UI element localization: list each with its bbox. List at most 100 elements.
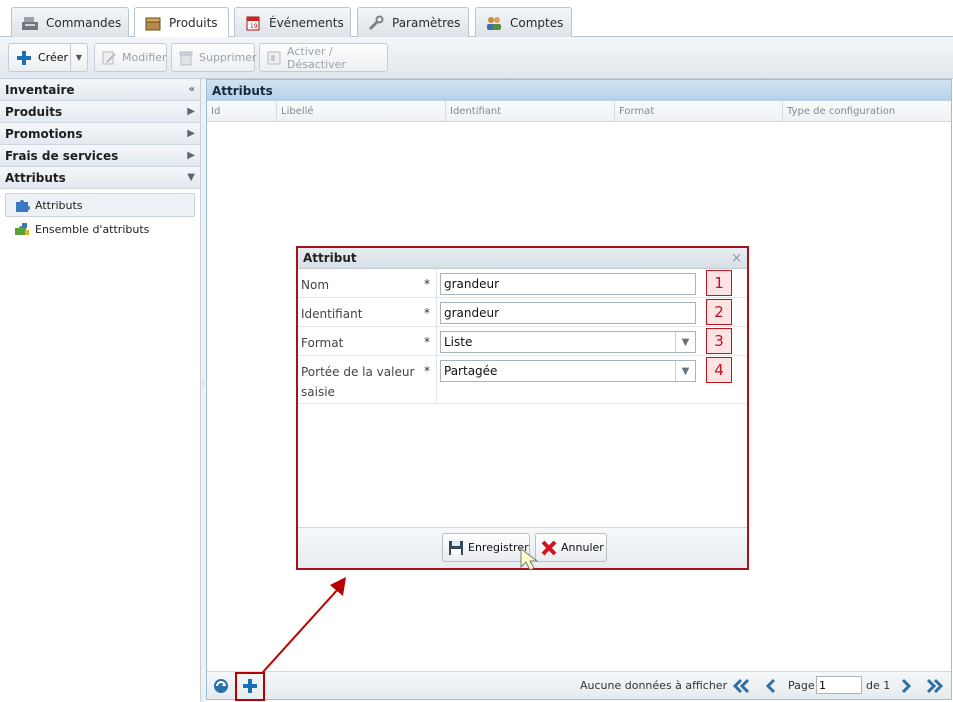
expand-icon: ▶ — [187, 106, 195, 117]
field-label: Nom — [301, 278, 330, 292]
sidebar-item-ensemble-attributs[interactable]: Ensemble d'attributs — [5, 217, 195, 241]
tab-label: Comptes — [510, 15, 564, 30]
first-page-icon[interactable] — [731, 676, 751, 696]
sidebar-section-attributs[interactable]: Attributs ▼ — [0, 167, 200, 189]
scope-select[interactable]: Partagée ▼ — [440, 360, 696, 382]
annotation-badge: 4 — [706, 357, 732, 383]
page-label: Page — [788, 679, 815, 692]
sidebar-item-attributs[interactable]: Attributs — [5, 193, 195, 217]
field-label: Portée de la valeur saisie — [301, 365, 415, 399]
annotation-badge: 2 — [706, 299, 732, 325]
expand-icon: ▶ — [187, 150, 195, 161]
section-label: Inventaire — [5, 82, 75, 97]
sidebar-section-promotions[interactable]: Promotions ▶ — [0, 123, 200, 145]
chevron-down-icon[interactable]: ▼ — [675, 361, 695, 381]
save-label: Enregistrer — [468, 541, 529, 554]
next-page-icon[interactable] — [896, 676, 916, 696]
field-label: Format — [301, 336, 344, 350]
dialog-footer: Enregistrer Annuler — [298, 527, 747, 568]
field-separator — [436, 327, 437, 355]
delete-button[interactable]: Supprimer — [171, 43, 257, 72]
required-marker: * — [424, 364, 430, 378]
attribute-dialog: Attribut × Nom * 1 Identifiant * 2 Forma… — [296, 246, 749, 570]
section-label: Frais de services — [5, 148, 119, 163]
modify-label: Modifier — [122, 51, 167, 64]
delete-label: Supprimer — [199, 51, 257, 64]
box-icon — [144, 15, 162, 31]
page-count: de 1 — [866, 679, 891, 692]
identifier-input[interactable] — [440, 302, 696, 324]
column-libelle[interactable]: Libellé — [277, 101, 446, 121]
page-number-input[interactable] — [816, 676, 862, 694]
last-page-icon[interactable] — [925, 676, 945, 696]
dialog-title: Attribut — [298, 248, 747, 269]
tab-label: Événements — [269, 15, 344, 30]
svg-text:19: 19 — [250, 23, 258, 30]
calendar-icon: 19 — [244, 15, 262, 31]
grid-header: Id Libellé Identifiant Format Type de co… — [207, 101, 951, 122]
field-label: Identifiant — [301, 307, 363, 321]
tab-parametres[interactable]: Paramètres — [357, 7, 469, 37]
panel-title: Attributs — [207, 80, 951, 101]
required-marker: * — [424, 277, 430, 291]
toggle-label: Activer / Désactiver — [287, 44, 346, 71]
toggle-icon — [266, 49, 282, 67]
create-label: Créer — [38, 51, 69, 64]
required-marker: * — [424, 306, 430, 320]
sidebar-item-label: Attributs — [35, 198, 83, 212]
column-identifiant[interactable]: Identifiant — [446, 101, 615, 121]
save-button[interactable]: Enregistrer — [442, 533, 530, 562]
main-tab-bar: Commandes Produits 19 Événements Paramèt… — [0, 0, 953, 38]
empty-message: Aucune données à afficher — [580, 679, 728, 692]
tab-evenements[interactable]: 19 Événements — [234, 7, 351, 37]
field-row-format: Format * Liste ▼ 3 — [298, 327, 747, 356]
pager-bar: Aucune données à afficher Page de 1 — [207, 671, 951, 701]
create-dropdown-icon[interactable]: ▼ — [70, 44, 87, 71]
field-row-identifiant: Identifiant * 2 — [298, 298, 747, 327]
field-separator — [436, 356, 437, 403]
sidebar-section-produits[interactable]: Produits ▶ — [0, 101, 200, 123]
collapse-icon[interactable]: « — [189, 84, 195, 95]
edit-icon — [101, 49, 117, 67]
sidebar-section-inventaire[interactable]: Inventaire « — [0, 79, 200, 101]
cancel-button[interactable]: Annuler — [535, 533, 607, 562]
prev-page-icon[interactable] — [761, 676, 781, 696]
trash-icon — [178, 49, 194, 67]
puzzle-icon — [13, 197, 31, 213]
create-button[interactable]: Créer ▼ — [8, 43, 88, 72]
puzzle-set-icon — [13, 221, 31, 237]
close-icon[interactable]: × — [731, 251, 742, 266]
toggle-active-button[interactable]: Activer / Désactiver — [259, 43, 388, 72]
annotation-badge: 3 — [706, 328, 732, 354]
wrench-icon — [367, 15, 385, 31]
select-value: Partagée — [444, 364, 498, 378]
add-row-highlight — [235, 672, 265, 701]
section-label: Produits — [5, 104, 63, 119]
name-input[interactable] — [440, 273, 696, 295]
cross-icon — [541, 539, 557, 557]
cancel-label: Annuler — [561, 541, 604, 554]
splitter-grip: · · · — [202, 376, 205, 391]
tab-produits[interactable]: Produits — [134, 7, 229, 38]
tab-comptes[interactable]: Comptes — [475, 7, 572, 37]
users-icon — [485, 15, 503, 31]
tab-label: Produits — [169, 16, 218, 30]
expand-icon: ▶ — [187, 128, 195, 139]
select-value: Liste — [444, 335, 473, 349]
toolbar: Créer ▼ Modifier Supprimer Activer / Dés… — [0, 37, 953, 79]
field-separator — [436, 269, 437, 297]
column-id[interactable]: Id — [207, 101, 277, 121]
field-separator — [436, 298, 437, 326]
format-select[interactable]: Liste ▼ — [440, 331, 696, 353]
cash-register-icon — [21, 15, 39, 31]
required-marker: * — [424, 335, 430, 349]
chevron-down-icon[interactable]: ▼ — [675, 332, 695, 352]
section-label: Promotions — [5, 126, 83, 141]
modify-button[interactable]: Modifier — [94, 43, 167, 72]
tab-commandes[interactable]: Commandes — [11, 7, 129, 37]
sidebar-section-frais[interactable]: Frais de services ▶ — [0, 145, 200, 167]
section-label: Attributs — [5, 170, 66, 185]
column-format[interactable]: Format — [615, 101, 783, 121]
refresh-icon[interactable] — [211, 676, 231, 696]
column-type-configuration[interactable]: Type de configuration — [783, 101, 951, 121]
